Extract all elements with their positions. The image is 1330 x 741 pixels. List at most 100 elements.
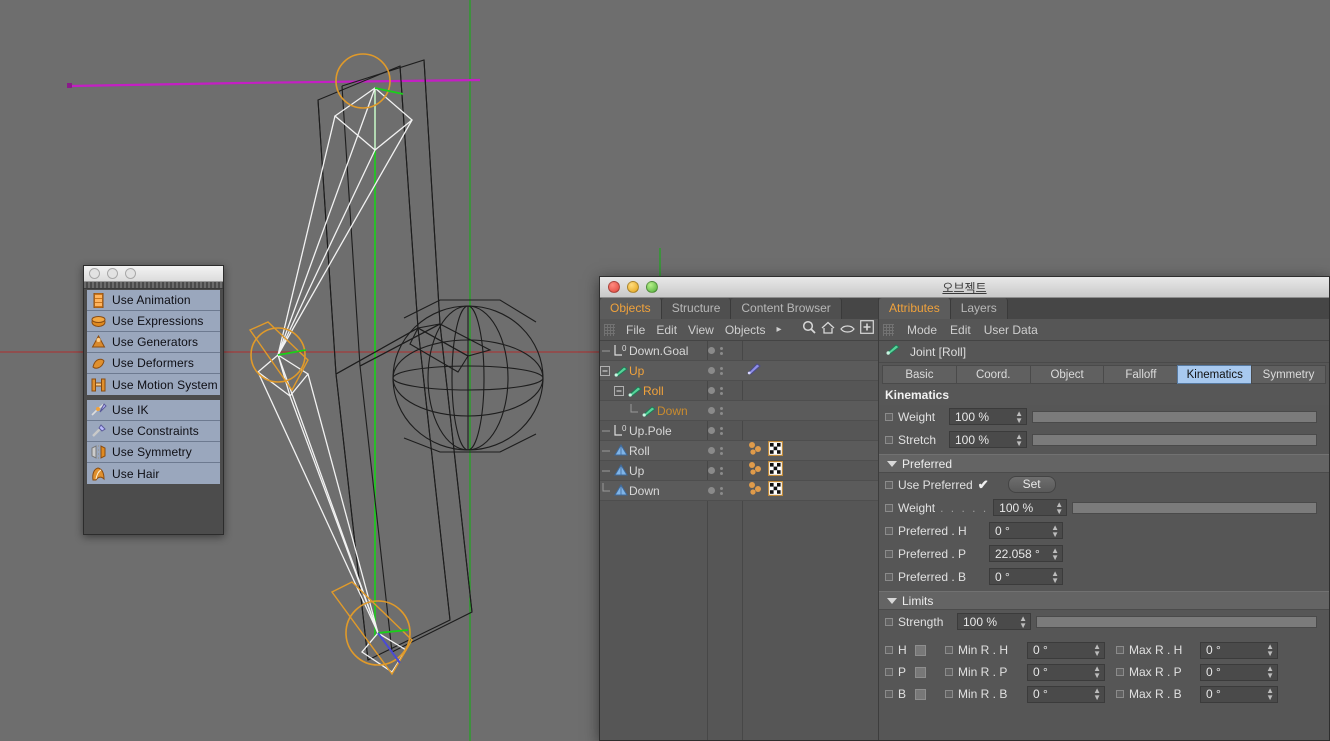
group-limits[interactable]: Limits [879,591,1329,610]
menu-view[interactable]: View [688,323,714,337]
preferred-weight-input[interactable]: 100 % ▲ ▼ [993,499,1068,516]
object-attributes-window[interactable]: 오브젝트 Objects Structure Content Browser F… [599,276,1330,741]
attributes-manager-panel[interactable]: Attributes Layers Mode Edit User Data Jo… [879,298,1329,740]
limit-h-anim-track-icon[interactable] [885,646,893,654]
tab-kinematics[interactable]: Kinematics [1177,365,1252,384]
palette-titlebar[interactable] [84,266,223,282]
phong-tag[interactable] [747,461,764,481]
tree-expander-icon[interactable] [600,361,612,381]
tab-symmetry[interactable]: Symmetry [1251,365,1326,384]
stepper-icon[interactable]: ▲ ▼ [1051,523,1059,538]
table-row[interactable]: 0 Up.Pole [600,421,878,441]
palette-item-use-generators[interactable]: Use Generators [87,332,220,353]
chevron-down-icon[interactable] [887,460,897,467]
attributes-menubar[interactable]: Mode Edit User Data [879,319,1329,341]
field-preferred-weight[interactable]: Weight . . . . . 100 % ▲ ▼ [879,496,1329,519]
palette-item-use-expressions[interactable]: Use Expressions [87,311,220,332]
eye-icon[interactable] [840,321,855,339]
pref-p-anim-track-icon[interactable] [885,549,893,558]
stepper-icon[interactable]: ▲ ▼ [1093,665,1101,680]
object-manager-panel[interactable]: Objects Structure Content Browser File E… [600,298,879,740]
tab-layers[interactable]: Layers [950,298,1008,319]
visibility-dots[interactable] [708,346,742,355]
limit-row-h[interactable]: H Min R . H 0 ° ▲ ▼ Max R . H 0 ° ▲ ▼ [885,639,1329,661]
menu-user-data[interactable]: User Data [984,323,1038,337]
stepper-icon[interactable]: ▲ ▼ [1093,687,1101,702]
palette-item-use-animation[interactable]: Use Animation [87,290,220,311]
min-b-anim-track-icon[interactable] [945,690,953,698]
tag-cell[interactable] [747,480,784,501]
tab-basic[interactable]: Basic [882,365,956,384]
min-p-input[interactable]: 0 ° ▲ ▼ [1027,663,1105,681]
limit-b-toggle[interactable] [915,688,926,700]
strength-anim-track-icon[interactable] [885,617,893,626]
table-row[interactable]: Roll [600,440,878,461]
window-titlebar[interactable]: 오브젝트 [600,277,1329,298]
strength-slider[interactable] [1036,615,1317,628]
max-b-input[interactable]: 0 ° ▲ ▼ [1200,685,1278,703]
group-preferred[interactable]: Preferred [879,454,1329,473]
menubar-grip-icon[interactable] [604,323,615,336]
visibility-dots[interactable] [708,486,742,495]
object-manager-menubar[interactable]: File Edit View Objects ▸ [600,319,878,341]
attributes-tabbar[interactable]: Attributes Layers [879,298,1329,319]
stepper-icon[interactable]: ▲ ▼ [1019,614,1027,629]
weight-slider[interactable] [1032,410,1317,423]
tab-content-browser[interactable]: Content Browser [731,298,842,319]
stepper-icon[interactable]: ▲ ▼ [1093,643,1101,658]
field-use-preferred[interactable]: Use Preferred ✔ Set [879,473,1329,496]
max-p-anim-track-icon[interactable] [1116,668,1124,676]
search-icon[interactable] [802,320,816,339]
min-p-anim-track-icon[interactable] [945,668,953,676]
use-preferred-checkbox[interactable]: ✔ [978,477,989,493]
menu-file[interactable]: File [626,323,645,337]
stretch-slider[interactable] [1032,433,1317,446]
chevron-down-icon[interactable] [887,597,897,604]
texture-tag[interactable] [767,460,784,481]
visibility-dots[interactable] [708,366,742,375]
ik-tag[interactable] [747,362,762,380]
palette-item-use-ik[interactable]: Use IK [87,400,220,421]
limit-b-anim-track-icon[interactable] [885,690,893,698]
max-p-input[interactable]: 0 ° ▲ ▼ [1200,663,1278,681]
table-row[interactable]: Roll [600,381,878,401]
tree-expander-icon[interactable] [614,381,626,401]
preferred-b-input[interactable]: 0 ° ▲ ▼ [989,568,1063,585]
tag-cell[interactable] [747,362,762,380]
table-row[interactable]: Down [600,401,878,421]
menu-mode[interactable]: Mode [907,323,937,337]
phong-tag[interactable] [747,481,764,501]
tab-objects[interactable]: Objects [600,298,662,319]
palette-item-use-deformers[interactable]: Use Deformers [87,353,220,374]
pref-h-anim-track-icon[interactable] [885,526,893,535]
stepper-icon[interactable]: ▲ ▼ [1015,432,1023,447]
object-manager-tabbar[interactable]: Objects Structure Content Browser [600,298,878,319]
tab-attributes[interactable]: Attributes [879,298,951,319]
add-layer-icon[interactable] [860,320,874,339]
weight-input[interactable]: 100 % ▲ ▼ [949,408,1027,425]
stepper-icon[interactable]: ▲ ▼ [1051,546,1059,561]
limit-h-toggle[interactable] [915,644,926,656]
palette-drag-grip[interactable] [84,282,223,289]
phong-tag[interactable] [747,441,764,461]
field-weight[interactable]: Weight 100 % ▲ ▼ [879,405,1329,428]
max-h-anim-track-icon[interactable] [1116,646,1124,654]
stretch-input[interactable]: 100 % ▲ ▼ [949,431,1027,448]
home-icon[interactable] [821,321,835,339]
limit-p-toggle[interactable] [915,666,926,678]
palette-item-use-hair[interactable]: Use Hair [87,463,220,484]
min-b-input[interactable]: 0 ° ▲ ▼ [1027,685,1105,703]
menu-edit[interactable]: Edit [656,323,677,337]
palette-item-use-symmetry[interactable]: Use Symmetry [87,442,220,463]
visibility-dots[interactable] [708,446,742,455]
strength-input[interactable]: 100 % ▲ ▼ [957,613,1031,630]
use-preferred-anim-track-icon[interactable] [885,480,893,489]
min-h-input[interactable]: 0 ° ▲ ▼ [1027,641,1105,659]
menu-overflow-icon[interactable]: ▸ [777,324,782,335]
table-row[interactable]: Up [600,361,878,381]
field-preferred-b[interactable]: Preferred . B 0 ° ▲ ▼ [879,565,1329,588]
palette-close-icon[interactable] [89,268,100,279]
field-strength[interactable]: Strength 100 % ▲ ▼ [879,610,1329,633]
palette-item-use-motion-system[interactable]: Use Motion System [87,374,220,395]
set-button[interactable]: Set [1007,476,1056,493]
